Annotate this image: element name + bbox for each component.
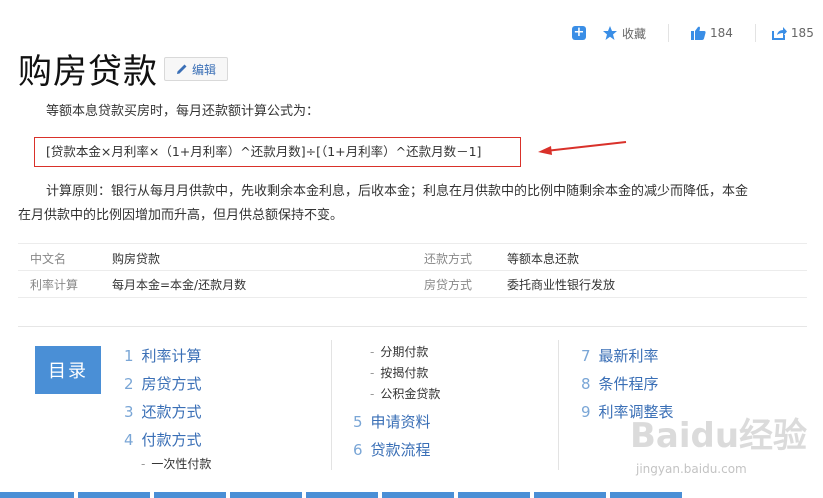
divider — [18, 297, 807, 298]
toc-label: 申请资料 — [370, 413, 431, 431]
divider — [668, 24, 670, 42]
like-button[interactable]: 184 — [691, 26, 733, 40]
share-icon — [771, 27, 787, 40]
bottom-tab[interactable] — [306, 492, 378, 498]
toc-num: 6 — [353, 441, 363, 459]
toc-sub-label: 按揭付款 — [380, 366, 429, 380]
toc-num: 3 — [124, 403, 134, 421]
toc-label: 付款方式 — [141, 431, 202, 449]
toc-label: 最新利率 — [598, 347, 659, 365]
toc-item-payment-method[interactable]: 4 付款方式 — [124, 429, 202, 450]
toc-subitem[interactable]: - 一次性付款 — [141, 455, 211, 472]
info-label: 房贷方式 — [424, 278, 473, 292]
toc-num: 8 — [581, 375, 591, 393]
thumbs-up-icon — [691, 26, 706, 40]
like-count: 184 — [710, 26, 733, 40]
divider — [18, 243, 807, 244]
bottom-tab[interactable] — [230, 492, 302, 498]
favorite-label: 收藏 — [622, 26, 647, 41]
divider — [331, 340, 332, 470]
baidu-watermark: Baidu经验 — [630, 416, 808, 456]
formula-box: [贷款本金×月利率×（1+月利率）^还款月数]÷[（1+月利率）^还款月数－1] — [34, 137, 521, 167]
toc-label: 贷款流程 — [370, 441, 431, 459]
toc-item-rate-calc[interactable]: 1 利率计算 — [124, 345, 202, 366]
toc-num: 1 — [124, 347, 134, 365]
bottom-tab[interactable] — [154, 492, 226, 498]
share-count: 185 — [790, 26, 814, 40]
info-value: 委托商业性银行发放 — [507, 278, 616, 292]
add-icon[interactable]: + — [572, 26, 586, 40]
toc-sub-label: 分期付款 — [380, 345, 429, 359]
toc-num: 9 — [581, 403, 591, 421]
bottom-tab[interactable] — [458, 492, 530, 498]
pencil-icon — [176, 64, 187, 74]
toc-badge: 目录 — [35, 346, 101, 394]
toc-subitem[interactable]: - 公积金贷款 — [370, 385, 440, 402]
principle-line-1: 计算原则：银行从每月月供款中，先收剩余本金利息，后收本金；利息在月供款中的比例中… — [46, 184, 749, 199]
toc-num: 7 — [581, 347, 591, 365]
info-label: 中文名 — [30, 252, 67, 266]
bottom-tab[interactable] — [382, 492, 454, 498]
toc-label: 还款方式 — [141, 403, 202, 421]
red-arrow-annotation — [538, 141, 627, 155]
toc-item-loan-method[interactable]: 2 房贷方式 — [124, 373, 202, 394]
formula-text: [贷款本金×月利率×（1+月利率）^还款月数]÷[（1+月利率）^还款月数－1] — [46, 144, 482, 159]
bottom-tab[interactable] — [78, 492, 150, 498]
toc-subitem[interactable]: - 分期付款 — [370, 343, 428, 360]
toc-num: 5 — [353, 413, 363, 431]
page-title: 购房贷款 — [18, 52, 158, 92]
divider — [558, 340, 559, 470]
toc-item-application-docs[interactable]: 5 申请资料 — [353, 411, 431, 432]
edit-button[interactable]: 编辑 — [164, 57, 228, 81]
toc-sub-label: 一次性付款 — [151, 457, 212, 471]
info-label: 还款方式 — [424, 252, 473, 266]
edit-label: 编辑 — [191, 62, 216, 77]
info-value: 每月本金=本金/还款月数 — [112, 278, 247, 292]
star-icon — [603, 26, 617, 40]
toc-label: 条件程序 — [598, 375, 659, 393]
principle-line-2: 在月供款中的比例因增加而升高，但月供总额保持不变。 — [18, 208, 344, 223]
info-row: 中文名 购房贷款 还款方式 等额本息还款 — [18, 245, 807, 271]
info-value: 购房贷款 — [112, 252, 161, 266]
toc-num: 4 — [124, 431, 134, 449]
toc-sub-label: 公积金贷款 — [380, 387, 441, 401]
intro-text: 等额本息贷款买房时，每月还款额计算公式为： — [46, 104, 320, 119]
toc-subitem[interactable]: - 按揭付款 — [370, 364, 428, 381]
toc-item-latest-rate[interactable]: 7 最新利率 — [581, 345, 659, 366]
bottom-tab[interactable] — [534, 492, 606, 498]
toc-label: 房贷方式 — [141, 375, 202, 393]
toc-num: 2 — [124, 375, 134, 393]
info-label: 利率计算 — [30, 278, 79, 292]
share-button[interactable]: 185 — [771, 26, 814, 40]
toc-item-repayment-method[interactable]: 3 还款方式 — [124, 401, 202, 422]
divider — [754, 24, 756, 42]
article-actions: + 收藏 184 185 — [572, 22, 814, 44]
favorite-button[interactable]: 收藏 — [602, 25, 646, 42]
info-value: 等额本息还款 — [507, 252, 580, 266]
toc-item-conditions[interactable]: 8 条件程序 — [581, 373, 659, 394]
bottom-tab[interactable] — [610, 492, 682, 498]
watermark-url: jingyan.baidu.com — [636, 462, 747, 476]
toc-label: 利率计算 — [141, 347, 202, 365]
toc-item-loan-process[interactable]: 6 贷款流程 — [353, 439, 431, 460]
info-row: 利率计算 每月本金=本金/还款月数 房贷方式 委托商业性银行发放 — [18, 271, 807, 297]
bottom-tab[interactable] — [0, 492, 74, 498]
